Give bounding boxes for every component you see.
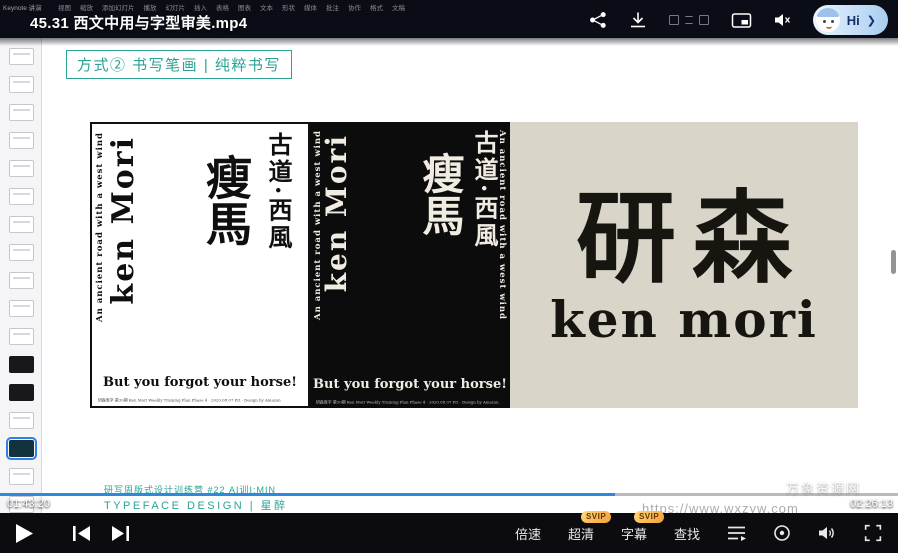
artwork-panel-cream: 研森 ken mori <box>510 122 858 408</box>
keynote-toolbar: 视图缩放添加幻灯片播放幻灯片插入表格图表文本形状媒体批注协作格式文稿 <box>58 2 405 12</box>
slide-title: 方式② 书写笔画 | 纯粹书写 <box>66 50 292 79</box>
slide-thumbnail[interactable] <box>9 160 34 177</box>
slide-thumbnail[interactable] <box>9 356 34 373</box>
keynote-toolbar-item[interactable]: 文本 <box>260 2 273 12</box>
subtitle-label: 字幕 <box>621 527 647 542</box>
panel1-mini-caption: 研森周字 第30期 Ken Mori Weekly Training Plan … <box>98 397 281 403</box>
panel2-cn-small: 古道·西風 <box>467 130 502 249</box>
picture-in-picture-icon[interactable] <box>731 12 752 29</box>
total-time: 02:26:13 <box>850 498 893 510</box>
share-icon[interactable] <box>589 11 607 29</box>
avatar-greeting: Hi <box>847 13 860 28</box>
keynote-toolbar-item[interactable]: 播放 <box>144 2 157 12</box>
video-player: 方式② 书写笔画 | 纯粹书写 An ancient road with a w… <box>0 0 898 553</box>
volume-icon[interactable] <box>818 525 837 541</box>
chevron-right-icon: ❯ <box>867 14 876 27</box>
top-bar-icons: Hi ❯ <box>589 4 888 36</box>
keynote-toolbar-item[interactable]: 视图 <box>58 2 71 12</box>
keynote-toolbar-item[interactable]: 幻灯片 <box>166 2 186 12</box>
slide-thumbnail[interactable] <box>9 328 34 345</box>
mini-icon-c[interactable] <box>699 15 709 25</box>
panel1-bottom-text: But you forgot your horse! <box>92 375 308 390</box>
avatar <box>816 8 840 32</box>
mini-icon-a[interactable] <box>669 15 679 25</box>
slide-thumbnail[interactable] <box>9 440 34 457</box>
canvas-scrollbar[interactable] <box>891 250 896 274</box>
play-button[interactable] <box>16 524 33 543</box>
slide-thumbnail[interactable] <box>9 412 34 429</box>
keynote-toolbar-item[interactable]: 形状 <box>282 2 295 12</box>
artwork-panel-black: An ancient road with a west wind An anci… <box>310 122 510 408</box>
progress-fill <box>0 493 615 496</box>
fullscreen-icon[interactable] <box>864 524 882 542</box>
keynote-toolbar-item[interactable]: 协作 <box>348 2 361 12</box>
settings-icon[interactable] <box>773 524 791 542</box>
player-control-bar: 倍速 SVIP 超清 SVIP 字幕 查找 <box>0 513 898 553</box>
panel3-latin-logotype: ken mori <box>550 290 818 349</box>
keynote-app-label: Keynote 讲演 <box>3 2 42 12</box>
slide-thumbnail[interactable] <box>9 76 34 93</box>
keynote-toolbar-item[interactable]: 批注 <box>326 2 339 12</box>
quality-label: 超清 <box>568 527 594 542</box>
panel1-cn-large: 瘦馬 <box>202 154 250 246</box>
video-title: 45.31 西文中用与字型审美.mp4 <box>30 12 247 33</box>
keynote-toolbar-item[interactable]: 添加幻灯片 <box>102 2 135 12</box>
panel3-cn-logotype: 研森 <box>576 188 808 288</box>
progress-bar[interactable] <box>0 493 898 496</box>
keynote-toolbar-item[interactable]: 文稿 <box>392 2 405 12</box>
keynote-slide-navigator <box>0 38 42 553</box>
control-bar-right: 倍速 SVIP 超清 SVIP 字幕 查找 <box>515 524 882 543</box>
panel1-cn-small: 古道·西風 <box>261 132 296 251</box>
slide-canvas: 方式② 书写笔画 | 纯粹书写 An ancient road with a w… <box>42 38 898 553</box>
slide-thumbnail[interactable] <box>9 216 34 233</box>
slide-thumbnail[interactable] <box>9 384 34 401</box>
keynote-toolbar-item[interactable]: 插入 <box>194 2 207 12</box>
keynote-toolbar-item[interactable]: 缩放 <box>80 2 93 12</box>
keynote-toolbar-item[interactable]: 格式 <box>370 2 383 12</box>
slide-thumbnail[interactable] <box>9 300 34 317</box>
previous-episode-button[interactable] <box>73 526 90 541</box>
slide-thumbnail[interactable] <box>9 244 34 261</box>
slide-thumbnail[interactable] <box>9 104 34 121</box>
slide-thumbnail[interactable] <box>9 132 34 149</box>
keynote-toolbar-item[interactable]: 图表 <box>238 2 251 12</box>
mini-icon-b[interactable] <box>685 16 693 24</box>
slide-footer-line2: TYPEFACE DESIGN | 星醉 <box>104 497 288 513</box>
slide-thumbnail[interactable] <box>9 188 34 205</box>
artwork-panel-white: An ancient road with a west wind ken Mor… <box>90 122 310 408</box>
slide-thumbnail[interactable] <box>9 272 34 289</box>
svip-badge: SVIP <box>634 511 664 523</box>
quality-button[interactable]: SVIP 超清 <box>568 524 594 543</box>
panel2-mini-caption: 研森周字 第30期 Ken Mori Weekly Training Plan … <box>316 399 499 405</box>
panel2-bottom-text: But you forgot your horse! <box>310 377 510 392</box>
artwork-panels: An ancient road with a west wind ken Mor… <box>90 122 858 408</box>
next-episode-button[interactable] <box>112 526 129 541</box>
slide-thumbnail[interactable] <box>9 468 34 485</box>
panel2-cn-large: 瘦馬 <box>418 152 462 236</box>
panel1-side-text-left: An ancient road with a west wind <box>95 132 105 322</box>
playback-speed-button[interactable]: 倍速 <box>515 524 541 543</box>
keynote-toolbar-item[interactable]: 表格 <box>216 2 229 12</box>
search-button[interactable]: 查找 <box>674 524 700 543</box>
slide-thumbnails <box>0 38 41 513</box>
current-time: 01:43:20 <box>7 498 50 510</box>
download-icon[interactable] <box>629 11 647 29</box>
playlist-icon[interactable] <box>727 525 746 541</box>
subtitle-button[interactable]: SVIP 字幕 <box>621 524 647 543</box>
mute-icon[interactable] <box>774 12 791 28</box>
keynote-toolbar-item[interactable]: 媒体 <box>304 2 317 12</box>
user-avatar-pill[interactable]: Hi ❯ <box>813 5 888 35</box>
svip-badge: SVIP <box>581 511 611 523</box>
panel1-latin-text: ken Mori <box>106 136 141 305</box>
mini-status-icons <box>669 15 709 25</box>
panel2-latin-text: ken Mori <box>320 134 353 292</box>
slide-thumbnail[interactable] <box>9 48 34 65</box>
